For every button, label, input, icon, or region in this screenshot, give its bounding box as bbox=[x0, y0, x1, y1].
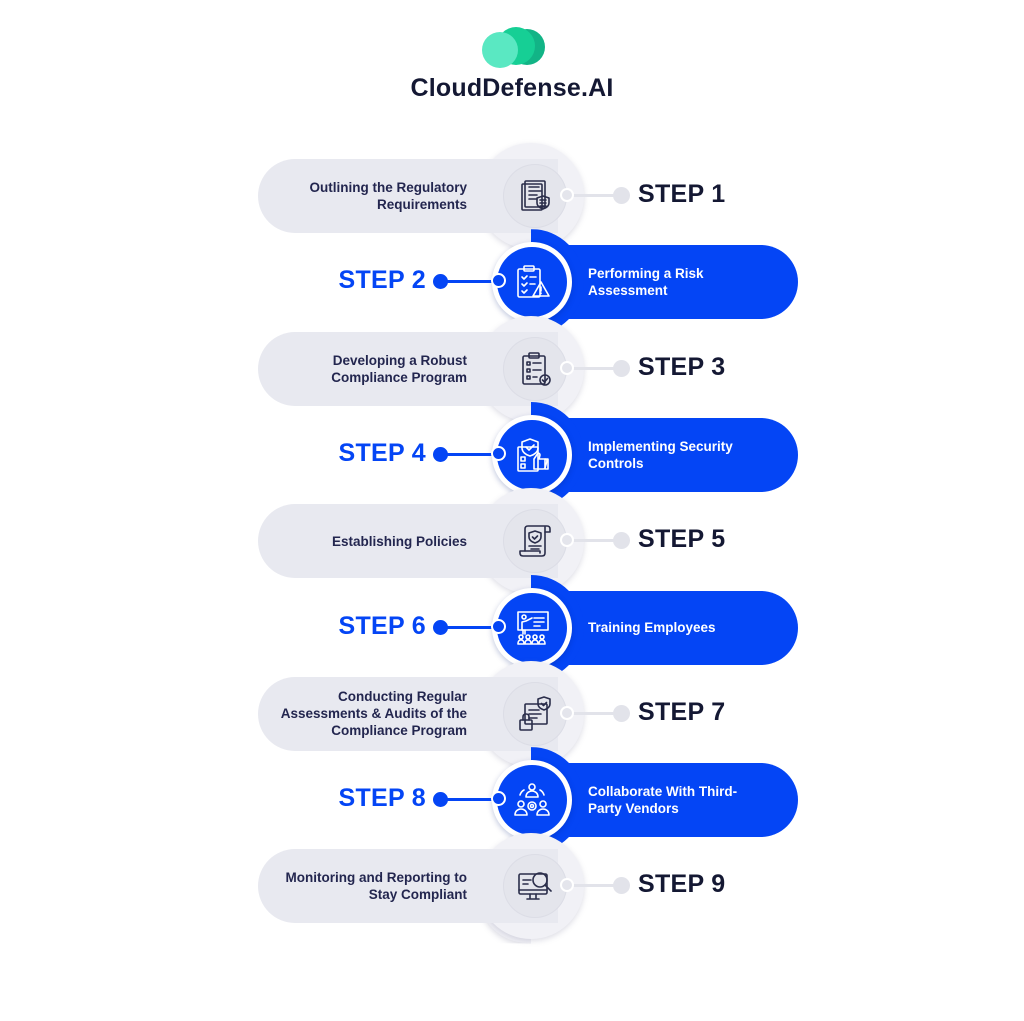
step-item-5: Establishing Policies STEP 5 bbox=[0, 488, 1024, 595]
step-title: Implementing Security Controls bbox=[588, 412, 778, 498]
connector-dot-end bbox=[613, 532, 630, 550]
step-item-2: Performing a Risk Assessment STEP 2 bbox=[0, 229, 1024, 336]
step-item-8: Collaborate With Third- Party Vendors STE… bbox=[0, 747, 1024, 854]
step-title: Outlining the Regulatory Requirements bbox=[247, 153, 468, 239]
step-title-text: Training Employees bbox=[588, 620, 716, 635]
step-title: Training Employees bbox=[588, 585, 778, 671]
step-label: STEP 6 bbox=[338, 611, 426, 640]
step-item-9: Monitoring and Reporting to Stay Complian… bbox=[0, 833, 1024, 940]
connector-dot-start bbox=[560, 188, 574, 202]
connector-dot-end bbox=[491, 445, 506, 461]
step-item-3: Developing a Robust Compliance Program ST… bbox=[0, 315, 1024, 422]
step-title: Monitoring and Reporting to Stay Complian… bbox=[247, 843, 467, 929]
step-title-text: Outlining the Regulatory Requirements bbox=[309, 180, 468, 212]
clipboard-check-icon bbox=[515, 349, 555, 389]
step-item-4: Implementing Security Controls STEP 4 bbox=[0, 401, 1024, 508]
step-item-1: Outlining the Regulatory Requirements STE… bbox=[0, 143, 1024, 249]
step-title-text: Collaborate With Third- Party Vendors bbox=[588, 784, 738, 817]
step-label: STEP 2 bbox=[338, 266, 426, 295]
connector-dot-end bbox=[491, 618, 506, 634]
step-title: Collaborate With Third- Party Vendors bbox=[588, 757, 778, 843]
connector-dot-end bbox=[613, 704, 630, 722]
step-title: Conducting Regular Assessments & Audits o… bbox=[247, 671, 467, 757]
connector-dot-end bbox=[613, 187, 630, 204]
clipboard-warning-icon bbox=[512, 262, 552, 302]
document-lock-shield-icon bbox=[515, 694, 555, 734]
team-collaboration-icon bbox=[512, 780, 552, 820]
step-item-7: Conducting Regular Assessments & Audits o… bbox=[0, 660, 1024, 767]
step-label: STEP 3 bbox=[638, 352, 726, 381]
step-title: Performing a Risk Assessment bbox=[588, 239, 778, 325]
presentation-training-icon bbox=[512, 608, 552, 648]
connector-dot-start bbox=[560, 360, 574, 375]
connector-dot-end bbox=[613, 359, 630, 377]
step-title-text: Establishing Policies bbox=[331, 533, 467, 549]
brand-header: CloudDefense.AI bbox=[0, 0, 1024, 110]
step-title-text: Conducting Regular Assessments & Audits o… bbox=[280, 689, 467, 739]
step-label: STEP 7 bbox=[638, 697, 726, 726]
monitor-search-icon bbox=[515, 866, 555, 906]
step-title: Establishing Policies bbox=[247, 498, 467, 584]
connector-dot-start bbox=[433, 792, 448, 808]
connector-dot-start bbox=[433, 619, 448, 635]
step-label: STEP 4 bbox=[338, 438, 426, 467]
shield-thumbs-up-icon bbox=[512, 435, 552, 475]
connector-dot-start bbox=[433, 274, 448, 290]
connector-dot-start bbox=[433, 446, 448, 462]
policy-scroll-icon bbox=[515, 521, 555, 561]
step-item-6: Training Employees STEP 6 bbox=[0, 574, 1024, 681]
step-title-text: Performing a Risk Assessment bbox=[588, 266, 704, 299]
step-label: STEP 9 bbox=[638, 870, 726, 899]
documents-shield-icon bbox=[515, 176, 555, 216]
step-title-text: Monitoring and Reporting to Stay Complian… bbox=[285, 870, 467, 903]
step-label: STEP 5 bbox=[638, 525, 726, 554]
step-label: STEP 1 bbox=[638, 180, 726, 208]
step-title-text: Implementing Security Controls bbox=[588, 438, 733, 471]
step-title: Developing a Robust Compliance Program bbox=[247, 326, 467, 412]
brand-name: CloudDefense.AI bbox=[410, 74, 614, 102]
connector-dot-start bbox=[560, 705, 574, 720]
connector-dot-end bbox=[491, 791, 506, 807]
cloud-logo-icon bbox=[482, 27, 545, 68]
step-label: STEP 8 bbox=[338, 784, 426, 813]
step-title-text: Developing a Robust Compliance Program bbox=[331, 352, 467, 385]
connector-dot-end bbox=[613, 877, 630, 895]
